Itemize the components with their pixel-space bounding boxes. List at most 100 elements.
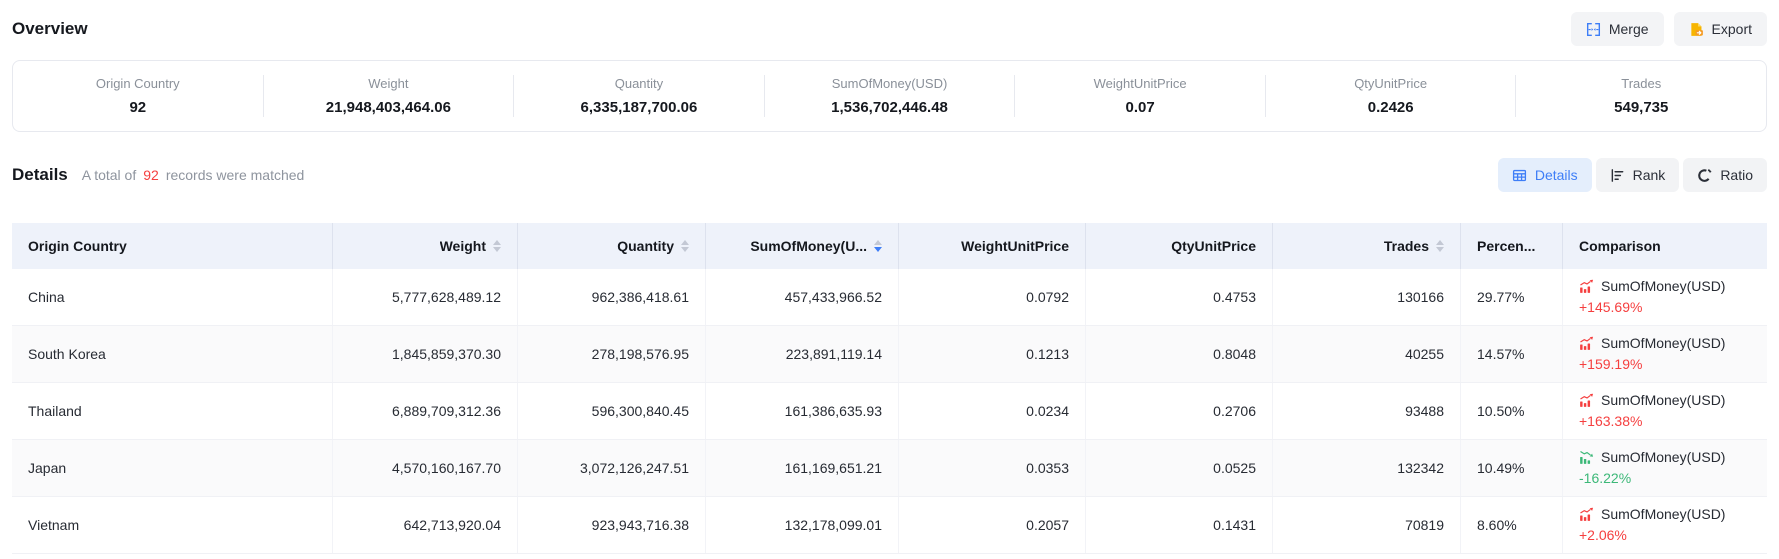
cell-text: 923,943,716.38	[592, 517, 689, 533]
sort-carets-icon	[493, 240, 501, 252]
cell-text: 0.0525	[1213, 460, 1256, 476]
column-label: SumOfMoney(U...	[750, 238, 867, 254]
column-header-weightunitprice: WeightUnitPrice	[899, 223, 1086, 269]
match-prefix: A total of	[82, 167, 136, 183]
column-label: Percen...	[1477, 238, 1535, 254]
weight-unit-price-cell: 0.0792	[899, 269, 1086, 325]
cell-text: 10.49%	[1477, 460, 1524, 476]
sort-caret-down-icon	[493, 247, 501, 252]
details-title: Details	[12, 165, 68, 185]
cell-text: 1,845,859,370.30	[392, 346, 501, 362]
table-row-china: China5,777,628,489.12962,386,418.61457,4…	[12, 269, 1767, 326]
stat-trades: Trades549,735	[1516, 75, 1766, 117]
cell-text: 457,433,966.52	[785, 289, 882, 305]
cell-text: Japan	[28, 460, 66, 476]
comparison-cell: SumOfMoney(USD) +159.19%	[1563, 326, 1771, 382]
cell-text: 0.0792	[1026, 289, 1069, 305]
column-header-quantity[interactable]: Quantity	[518, 223, 706, 269]
sum-of-money-cell: 457,433,966.52	[706, 269, 899, 325]
cell-text: 14.57%	[1477, 346, 1524, 362]
qty-unit-price-cell: 0.0525	[1086, 440, 1273, 496]
cell-text: 4,570,160,167.70	[392, 460, 501, 476]
comparison-cell: SumOfMoney(USD)+145.69%	[1563, 269, 1771, 325]
comparison-metric-line: SumOfMoney(USD)	[1579, 335, 1725, 352]
tab-rank[interactable]: Rank	[1596, 158, 1680, 192]
stat-value: 1,536,702,446.48	[773, 99, 1007, 116]
weight-cell: 6,889,709,312.36	[333, 383, 518, 439]
merge-icon	[1586, 22, 1601, 37]
cell-text: 161,386,635.93	[785, 403, 882, 419]
cell-text: 132,178,099.01	[785, 517, 882, 533]
quantity-cell: 3,072,126,247.51	[518, 440, 706, 496]
tab-ratio[interactable]: Ratio	[1683, 158, 1767, 192]
trades-cell: 130166	[1273, 269, 1461, 325]
table-row-south-korea: South Korea 1,845,859,370.30 278,198,576.9…	[12, 326, 1767, 383]
comparison-change: +159.19%	[1579, 356, 1642, 373]
comparison-metric: SumOfMoney(USD)	[1601, 392, 1725, 409]
cell-text: 10.50%	[1477, 403, 1524, 419]
sort-caret-up-icon	[493, 240, 501, 245]
stat-label: SumOfMoney(USD)	[773, 76, 1007, 91]
percentage-cell: 29.77%	[1461, 269, 1563, 325]
stat-quantity: Quantity6,335,187,700.06	[514, 75, 765, 117]
trades-cell: 40255	[1273, 326, 1461, 382]
weight-unit-price-cell: 0.0234	[899, 383, 1086, 439]
tab-label: Rank	[1633, 167, 1666, 183]
column-header-qtyunitprice: QtyUnitPrice	[1086, 223, 1273, 269]
sort-caret-up-icon	[681, 240, 689, 245]
column-header-sumofmoney-u[interactable]: SumOfMoney(U...	[706, 223, 899, 269]
rank-icon	[1610, 168, 1625, 183]
cell-text: 93488	[1405, 403, 1444, 419]
tab-label: Ratio	[1720, 167, 1753, 183]
table-body: China5,777,628,489.12962,386,418.61457,4…	[12, 269, 1767, 554]
cell-text: 278,198,576.95	[592, 346, 689, 362]
stat-label: QtyUnitPrice	[1274, 76, 1508, 91]
comparison-change: -16.22%	[1579, 470, 1631, 487]
column-header-comparison: Comparison	[1563, 223, 1771, 269]
column-header-trades[interactable]: Trades	[1273, 223, 1461, 269]
cell-text: 0.8048	[1213, 346, 1256, 362]
weight-unit-price-cell: 0.0353	[899, 440, 1086, 496]
comparison-metric: SumOfMoney(USD)	[1601, 278, 1725, 295]
comparison-cell: SumOfMoney(USD)+163.38%	[1563, 383, 1771, 439]
trades-cell: 93488	[1273, 383, 1461, 439]
stat-label: WeightUnitPrice	[1023, 76, 1257, 91]
sort-caret-down-icon	[874, 247, 882, 252]
sort-caret-down-icon	[681, 247, 689, 252]
comparison-metric-line: SumOfMoney(USD)	[1579, 278, 1725, 295]
sum-of-money-cell: 223,891,119.14	[706, 326, 899, 382]
qty-unit-price-cell: 0.4753	[1086, 269, 1273, 325]
sort-caret-up-icon	[1436, 240, 1444, 245]
table-icon	[1512, 168, 1527, 183]
column-header-weight[interactable]: Weight	[333, 223, 518, 269]
country-cell: Thailand	[12, 383, 333, 439]
qty-unit-price-cell: 0.2706	[1086, 383, 1273, 439]
trade-overview-page: Overview Merge	[0, 0, 1779, 559]
tab-details[interactable]: Details	[1498, 158, 1592, 192]
cell-text: 130166	[1397, 289, 1444, 305]
export-button[interactable]: Export	[1674, 12, 1767, 46]
export-icon	[1689, 22, 1704, 37]
column-label: Weight	[440, 238, 486, 254]
stat-weight: Weight21,948,403,464.06	[264, 75, 515, 117]
weight-cell: 642,713,920.04	[333, 497, 518, 553]
column-label: Quantity	[617, 238, 674, 254]
stat-label: Trades	[1524, 76, 1758, 91]
column-header-percen: Percen...	[1461, 223, 1563, 269]
matched-count: 92	[143, 167, 159, 183]
column-label: Comparison	[1579, 238, 1661, 254]
merge-button[interactable]: Merge	[1571, 12, 1664, 46]
cell-text: China	[28, 289, 65, 305]
sum-of-money-cell: 132,178,099.01	[706, 497, 899, 553]
stat-value: 0.07	[1023, 99, 1257, 116]
table-row-vietnam: Vietnam642,713,920.04923,943,716.38132,1…	[12, 497, 1767, 554]
cell-text: 6,889,709,312.36	[392, 403, 501, 419]
comparison-metric: SumOfMoney(USD)	[1601, 449, 1725, 466]
comparison-metric-line: SumOfMoney(USD)	[1579, 449, 1725, 466]
overview-stats-card: Origin Country92Weight21,948,403,464.06Q…	[12, 60, 1767, 132]
cell-text: 29.77%	[1477, 289, 1524, 305]
trend-up-chart-icon	[1579, 393, 1594, 408]
cell-text: South Korea	[28, 346, 106, 362]
stat-label: Origin Country	[21, 76, 255, 91]
cell-text: 596,300,840.45	[592, 403, 689, 419]
